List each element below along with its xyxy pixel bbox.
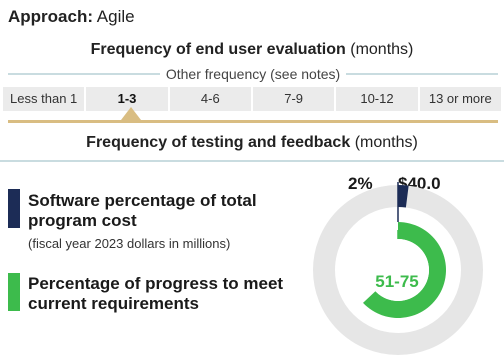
testing-unit: (months)	[354, 134, 418, 151]
software-legend-sublabel: (fiscal year 2023 dollars in millions)	[28, 236, 231, 251]
frequency-option-10-12: 10-12	[336, 87, 418, 111]
other-frequency-right-rule	[346, 73, 498, 75]
other-frequency-row: Other frequency (see notes)	[8, 65, 498, 83]
software-legend-label: Software percentage of total program cos…	[28, 191, 257, 230]
progress-legend-swatch	[8, 273, 20, 311]
frequency-option-13-or-more: 13 or more	[419, 87, 501, 111]
testing-frequency-scale-line	[8, 120, 498, 123]
frequency-option-less-than-1: Less than 1	[3, 87, 85, 111]
section-divider	[0, 160, 504, 162]
progress-legend-label: Percentage of progress to meet current r…	[28, 274, 284, 313]
software-legend-swatch	[8, 189, 20, 228]
other-frequency-label: Other frequency (see notes)	[165, 66, 341, 82]
approach-line: Approach: Agile	[8, 6, 135, 28]
evaluation-heading: Frequency of end user evaluation (months…	[0, 40, 504, 60]
frequency-scale: Less than 1 1-3 4-6 7-9 10-12 13 or more	[3, 87, 501, 111]
evaluation-unit: (months)	[350, 41, 414, 58]
cost-and-progress-donut	[313, 182, 483, 355]
testing-title: Frequency of testing and feedback	[86, 134, 351, 151]
testing-heading: Frequency of testing and feedback (month…	[0, 133, 504, 153]
approach-label: Approach:	[8, 7, 93, 26]
frequency-option-7-9: 7-9	[252, 87, 335, 111]
approach-value: Agile	[96, 7, 135, 26]
other-frequency-left-rule	[8, 73, 160, 75]
evaluation-title: Frequency of end user evaluation	[90, 41, 346, 58]
selected-frequency-marker	[121, 107, 141, 120]
frequency-option-4-6: 4-6	[169, 87, 251, 111]
progress-range-label: 51-75	[375, 272, 419, 291]
